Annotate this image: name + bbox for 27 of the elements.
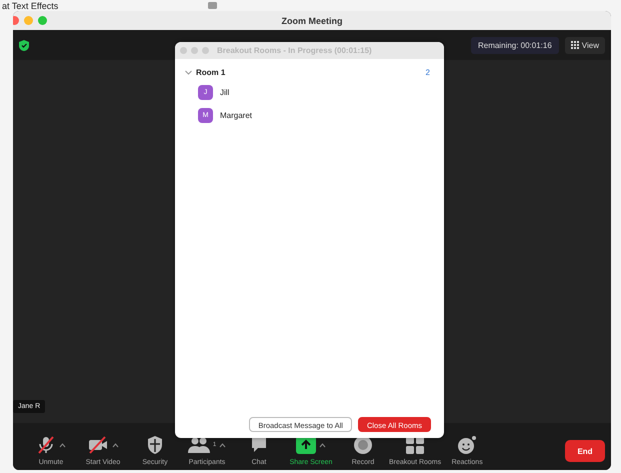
end-button[interactable]: End [565,440,605,462]
shield-icon [146,435,164,455]
zoom-button[interactable] [202,47,209,54]
member-count: 2 [426,68,430,77]
video-off-icon [87,435,109,455]
room-name[interactable]: Room 1 [196,68,226,77]
window-title: Zoom Meeting [282,16,342,26]
remaining-time: Remaining: 00:01:16 [470,36,559,54]
caret-icon[interactable] [319,442,326,448]
view-button[interactable]: View [564,36,605,54]
caret-icon[interactable] [112,442,119,448]
minimize-button[interactable] [191,47,198,54]
smiley-icon [457,435,478,455]
shield-icon[interactable] [19,40,29,50]
minimize-button[interactable] [24,16,33,25]
zoom-button[interactable] [38,16,47,25]
chevron-icon[interactable] [185,70,192,75]
chat-icon [250,436,268,454]
people-icon [188,436,210,454]
member-name: Margaret [220,111,252,120]
close-button[interactable] [180,47,187,54]
grid-icon [570,41,579,49]
app-title: at Text Effects [2,0,58,10]
mic-off-icon [36,435,56,455]
member-name: Jill [220,88,230,97]
caret-icon[interactable] [59,442,66,448]
caret-icon[interactable] [219,442,226,448]
